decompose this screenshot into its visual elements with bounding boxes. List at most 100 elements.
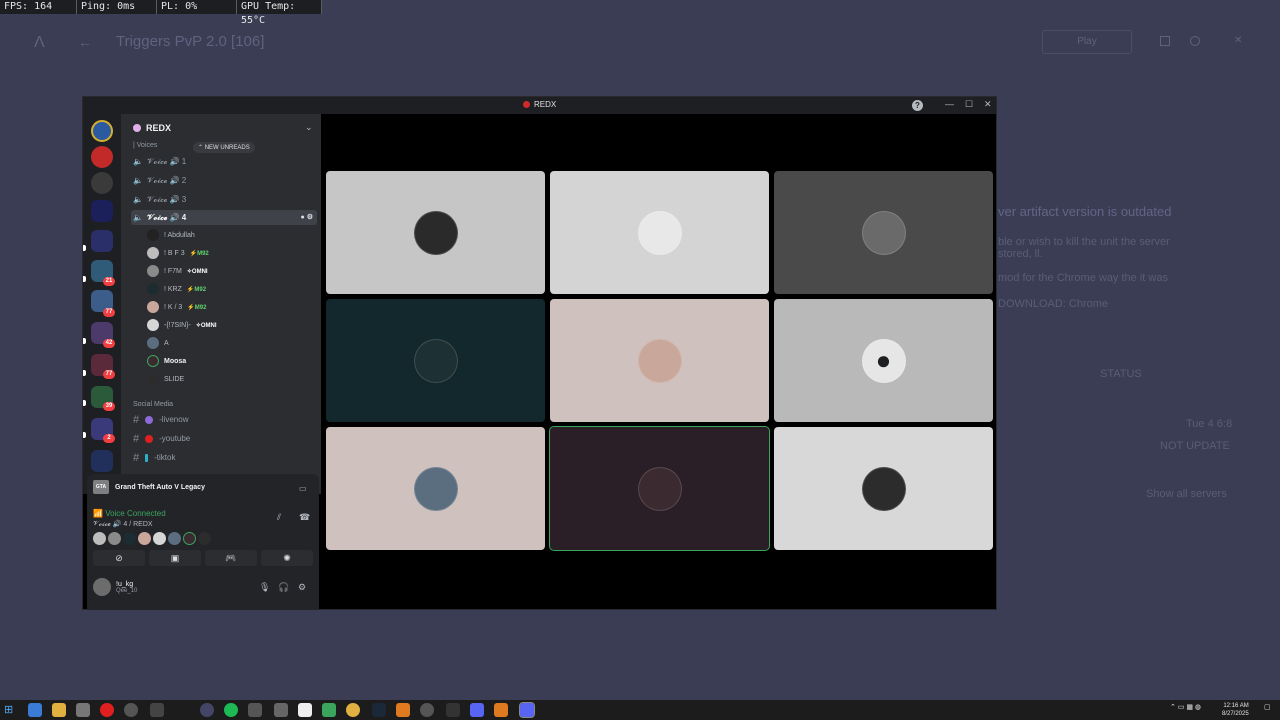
server-header[interactable]: REDX	[133, 123, 171, 133]
launcher-close-icon[interactable]: ✕	[1234, 36, 1244, 46]
window-title: REDX	[523, 100, 556, 109]
voice-member[interactable]: SLIDE	[147, 372, 184, 386]
participant-tile-speaking[interactable]	[549, 426, 770, 551]
server-icon[interactable]	[91, 146, 113, 168]
gpu-temp-readout: GPU Temp: 55°C	[237, 0, 322, 26]
gear-icon[interactable]: ⚙	[298, 582, 306, 593]
taskbar-app-icon[interactable]	[446, 703, 460, 717]
voice-channel-2[interactable]: 🔈 𝓥𝓸𝓲𝓬𝓮 🔊 2	[131, 173, 317, 188]
voice-channel-4[interactable]: 🔈 𝓥𝓸𝓲𝓬𝓮 🔊 4 ● ⚙	[131, 210, 317, 225]
participant-tile[interactable]	[326, 171, 545, 294]
taskbar-app-icon[interactable]	[396, 703, 410, 717]
voice-member[interactable]: ! K / 3 ⚡M92	[147, 300, 206, 314]
voice-member[interactable]: Moosa	[147, 354, 186, 368]
participant-tile[interactable]	[550, 171, 769, 294]
speaker-icon: 🔈	[133, 213, 143, 222]
close-icon[interactable]: ✕	[984, 99, 992, 110]
taskbar-app-icon[interactable]	[274, 703, 288, 717]
text-channel-youtube[interactable]: # -youtube	[133, 431, 190, 446]
hash-icon: #	[133, 432, 140, 445]
share-screen-button[interactable]: ▣	[149, 550, 201, 566]
voice-member[interactable]: ! Abdullah	[147, 228, 195, 242]
server-folder-icon[interactable]	[91, 230, 113, 252]
category-social-media[interactable]: Social Media	[133, 401, 173, 408]
help-icon[interactable]: ?	[912, 100, 923, 111]
launcher-status: STATUS	[1100, 368, 1142, 380]
unread-pill	[83, 370, 86, 376]
taskbar-app-icon[interactable]	[150, 703, 164, 717]
notifications-icon[interactable]: ▢	[1264, 703, 1271, 711]
file-explorer-icon[interactable]	[52, 703, 66, 717]
soundboard-button[interactable]: ✺	[261, 550, 313, 566]
taskbar-app-icon[interactable]	[420, 703, 434, 717]
server-badge-icon	[133, 124, 141, 132]
voice-member[interactable]: ! KRZ ⚡M92	[147, 282, 206, 296]
minimize-icon[interactable]: —	[945, 99, 954, 109]
tray-chevron-icon[interactable]: ⌃ ▭ ▦ ◍	[1170, 703, 1201, 711]
microphone-icon[interactable]: 🎙	[259, 582, 270, 593]
participant-tile[interactable]	[550, 299, 769, 422]
participant-tile[interactable]	[774, 427, 993, 550]
taskbar-app-icon[interactable]	[248, 703, 262, 717]
avatar	[413, 338, 458, 383]
text-channel-tiktok[interactable]: # -tiktok	[133, 450, 175, 465]
spotify-icon[interactable]	[224, 703, 238, 717]
participant-tile[interactable]	[326, 299, 545, 422]
discord-icon[interactable]	[470, 703, 484, 717]
server-dot-icon	[523, 101, 530, 108]
noise-suppression-icon[interactable]: ⫽	[277, 512, 281, 523]
participant-tile[interactable]	[774, 171, 993, 294]
taskbar-app-icon[interactable]	[124, 703, 138, 717]
system-clock[interactable]: 12:16 AM 8/27/2025	[1222, 702, 1249, 718]
server-folder-icon[interactable]	[91, 450, 113, 472]
avatar	[108, 532, 121, 545]
new-unreads-button[interactable]: ⌃ NEW UNREADS	[193, 142, 255, 153]
voice-member[interactable]: A	[147, 336, 169, 350]
show-all-servers-link[interactable]: Show all servers	[1146, 488, 1227, 500]
windows-start-icon[interactable]: ⊞	[4, 703, 18, 717]
current-user[interactable]: !u_kg Qee_10	[93, 578, 137, 596]
voice-channel-3[interactable]: 🔈 𝓥𝓸𝓲𝓬𝓮 🔊 3	[131, 192, 317, 207]
taskbar-app-icon[interactable]	[200, 703, 214, 717]
voice-channel-link[interactable]: 𝓥𝓸𝓲𝓬𝓮 🔊 4 / REDX	[93, 520, 153, 529]
avatar	[198, 532, 211, 545]
chevron-down-icon[interactable]: ⌄	[305, 122, 313, 133]
unread-badge: 77	[103, 370, 115, 379]
launcher-settings-icon[interactable]	[1160, 36, 1170, 46]
taskbar-app-icon[interactable]	[322, 703, 336, 717]
voice-member[interactable]: ! F7M ✧OMNI	[147, 264, 208, 278]
notepad-icon[interactable]	[298, 703, 312, 717]
discord-active-icon[interactable]	[519, 702, 535, 718]
text-channel-livenow[interactable]: # -livenow	[133, 412, 188, 427]
server-icon[interactable]	[91, 172, 113, 194]
activity-status[interactable]: GTA Grand Theft Auto V Legacy	[93, 480, 205, 494]
maximize-icon[interactable]: ☐	[965, 99, 973, 110]
camera-off-button[interactable]: ⊘	[93, 550, 145, 566]
voice-member[interactable]: -{!7SIN}- ✧OMNI	[147, 318, 217, 332]
taskbar-app-icon[interactable]	[76, 703, 90, 717]
play-button[interactable]: Play	[1042, 30, 1132, 54]
launcher-notice-line: mod for the Chrome way the it was	[998, 272, 1168, 284]
screen-share-icon[interactable]: ▭	[299, 484, 307, 493]
category-voices[interactable]: | Voices	[133, 142, 157, 149]
channel-chat-icon[interactable]: ● ⚙	[301, 213, 313, 221]
voice-member[interactable]: ! B F 3 ⚡M92	[147, 246, 209, 260]
launcher-icon[interactable]	[494, 703, 508, 717]
launcher-gear-icon[interactable]	[1190, 36, 1200, 46]
chrome-icon[interactable]	[346, 703, 360, 717]
participant-tile[interactable]	[326, 427, 545, 550]
disconnect-icon[interactable]: ☎	[299, 512, 310, 523]
steam-icon[interactable]	[372, 703, 386, 717]
avatar	[153, 532, 166, 545]
voice-channel-1[interactable]: 🔈 𝓥𝓸𝓲𝓬𝓮 🔊 1	[131, 154, 317, 169]
server-folder-icon[interactable]	[91, 200, 113, 222]
youtube-icon[interactable]	[100, 703, 114, 717]
taskbar-app-icon[interactable]	[28, 703, 42, 717]
voice-connected-status[interactable]: 📶 Voice Connected	[93, 509, 166, 518]
activity-button[interactable]: 🎮	[205, 550, 257, 566]
window-titlebar[interactable]: REDX ? — ☐ ✕	[83, 97, 996, 114]
avatar	[147, 229, 159, 241]
server-icon[interactable]	[91, 120, 113, 142]
participant-tile[interactable]: ●	[774, 299, 993, 422]
headphones-icon[interactable]: 🎧	[278, 582, 289, 593]
